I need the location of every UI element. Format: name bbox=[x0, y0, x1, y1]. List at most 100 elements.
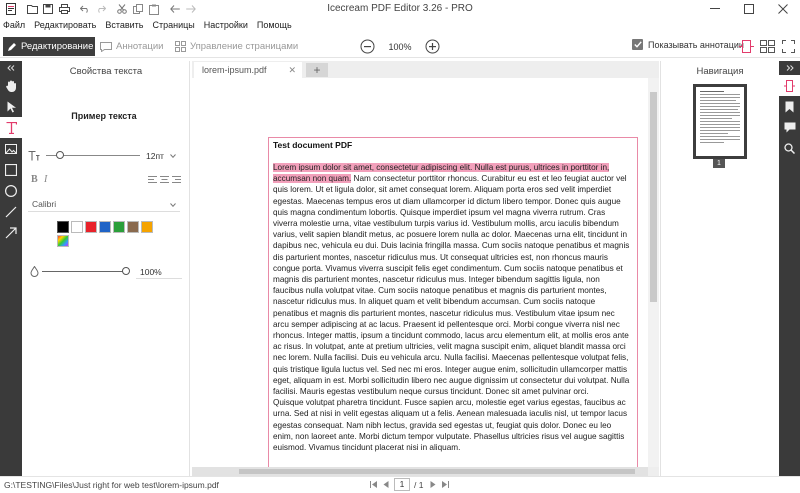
paste-icon[interactable] bbox=[147, 2, 161, 16]
single-page-view-icon[interactable] bbox=[738, 38, 755, 55]
image-tool-icon[interactable] bbox=[0, 138, 22, 159]
color-swatch-red[interactable] bbox=[85, 221, 97, 233]
horizontal-scrollbar[interactable] bbox=[192, 467, 648, 476]
app-icon bbox=[4, 0, 18, 18]
edit-mode-button[interactable]: Редактирование bbox=[3, 37, 95, 56]
align-center-icon bbox=[160, 176, 169, 183]
menu-edit[interactable]: Редактировать bbox=[34, 20, 96, 30]
opacity-field[interactable]: 100% bbox=[136, 265, 182, 279]
menu-help[interactable]: Помощь bbox=[257, 20, 292, 30]
color-swatch-blue[interactable] bbox=[99, 221, 111, 233]
document-title[interactable]: Test document PDF bbox=[273, 140, 352, 150]
back-icon[interactable] bbox=[168, 2, 182, 16]
prev-page-icon[interactable] bbox=[380, 478, 392, 491]
text-properties-title: Свойства текста bbox=[69, 66, 143, 77]
document-tabs: lorem-ipsum.pdf ✕ + bbox=[192, 61, 659, 78]
pdf-page[interactable]: Test document PDF Lorem ipsum dolor sit … bbox=[268, 137, 638, 467]
opacity-row: 100% bbox=[28, 265, 182, 279]
arrow-tool-icon[interactable] bbox=[0, 222, 22, 243]
comments-panel-icon[interactable] bbox=[779, 117, 800, 138]
horizontal-scroll-thumb[interactable] bbox=[239, 469, 635, 474]
last-page-icon[interactable] bbox=[439, 478, 451, 491]
menu-file[interactable]: Файл bbox=[3, 20, 25, 30]
copy-icon[interactable] bbox=[131, 2, 145, 16]
edit-mode-label: Редактирование bbox=[21, 41, 94, 52]
annotations-mode-button[interactable]: Аннотации bbox=[100, 37, 164, 56]
first-page-icon[interactable] bbox=[368, 478, 380, 491]
line-tool-icon[interactable] bbox=[0, 201, 22, 222]
color-swatch-orange[interactable] bbox=[141, 221, 153, 233]
document-body[interactable]: Lorem ipsum dolor sit amet, consectetur … bbox=[273, 162, 631, 453]
color-swatch-brown[interactable] bbox=[127, 221, 139, 233]
document-tab-label: lorem-ipsum.pdf bbox=[202, 65, 267, 75]
vertical-scrollbar[interactable] bbox=[648, 78, 659, 467]
navigation-panel-icon[interactable] bbox=[779, 75, 800, 96]
menu-pages[interactable]: Страницы bbox=[152, 20, 194, 30]
align-right-icon bbox=[172, 176, 181, 183]
save-icon[interactable] bbox=[41, 2, 55, 16]
search-icon[interactable] bbox=[779, 138, 800, 159]
window-controls bbox=[698, 0, 800, 18]
font-family-select[interactable]: Calibri bbox=[28, 197, 180, 212]
opacity-value: 100% bbox=[140, 267, 162, 277]
paragraph-1[interactable]: Nam consectetur porttitor rhoncus. Curab… bbox=[273, 174, 629, 396]
zoom-out-button[interactable] bbox=[360, 39, 375, 54]
bookmarks-icon[interactable] bbox=[779, 96, 800, 117]
forward-icon[interactable] bbox=[184, 2, 198, 16]
cut-icon[interactable] bbox=[115, 2, 129, 16]
text-tool-icon[interactable] bbox=[0, 117, 22, 138]
page-viewport[interactable]: Test document PDF Lorem ipsum dolor sit … bbox=[192, 78, 648, 467]
color-swatch-white[interactable] bbox=[71, 221, 83, 233]
document-tab[interactable]: lorem-ipsum.pdf ✕ bbox=[194, 62, 302, 78]
bold-icon[interactable]: B bbox=[31, 174, 38, 185]
two-page-view-icon[interactable] bbox=[759, 38, 776, 55]
select-tool-icon[interactable] bbox=[0, 96, 22, 117]
undo-icon[interactable] bbox=[78, 2, 92, 16]
custom-color-picker-icon[interactable] bbox=[57, 235, 69, 247]
hand-tool-icon[interactable] bbox=[0, 75, 22, 96]
current-page-input[interactable]: 1 bbox=[394, 478, 410, 491]
page-management-button[interactable]: Управление страницами bbox=[175, 37, 298, 56]
ellipse-tool-icon[interactable] bbox=[0, 180, 22, 201]
page-thumbnail[interactable] bbox=[693, 84, 747, 159]
file-path: G:\TESTING\Files\Just right for web test… bbox=[4, 480, 219, 490]
font-size-value: 12пт bbox=[146, 151, 164, 161]
close-tab-icon[interactable]: ✕ bbox=[288, 65, 296, 76]
show-annotations-checkbox[interactable]: Показывать аннотации bbox=[632, 39, 744, 50]
text-properties-panel: Свойства текста Пример текста 12пт B I C… bbox=[22, 61, 190, 476]
opacity-slider[interactable] bbox=[42, 271, 124, 272]
expand-panel-icon[interactable] bbox=[779, 61, 800, 75]
text-style-row: B I bbox=[28, 174, 182, 188]
color-swatch-black[interactable] bbox=[57, 221, 69, 233]
maximize-button[interactable] bbox=[732, 0, 766, 18]
right-sidebar bbox=[779, 61, 800, 476]
color-swatch-green[interactable] bbox=[113, 221, 125, 233]
font-size-slider-knob[interactable] bbox=[56, 151, 64, 159]
menu-insert[interactable]: Вставить bbox=[105, 20, 143, 30]
opacity-drop-icon bbox=[30, 266, 39, 277]
font-size-field[interactable]: 12пт bbox=[142, 149, 182, 163]
next-page-icon[interactable] bbox=[427, 478, 439, 491]
color-palette bbox=[57, 221, 157, 249]
new-tab-button[interactable]: + bbox=[306, 63, 328, 77]
pages-grid-icon bbox=[175, 41, 186, 52]
tools-sidebar bbox=[0, 61, 22, 476]
italic-icon[interactable]: I bbox=[44, 174, 47, 185]
opacity-slider-knob[interactable] bbox=[122, 267, 130, 275]
collapse-panel-icon[interactable] bbox=[0, 61, 22, 75]
zoom-in-button[interactable] bbox=[425, 39, 440, 54]
minimize-button[interactable] bbox=[698, 0, 732, 18]
page-management-label: Управление страницами bbox=[190, 41, 299, 52]
menu-settings[interactable]: Настройки bbox=[204, 20, 248, 30]
open-folder-icon[interactable] bbox=[25, 2, 39, 16]
paragraph-2[interactable]: Quisque volutpat pharetra tincidunt. Fus… bbox=[273, 398, 627, 452]
align-left-icon bbox=[148, 176, 157, 183]
title-bar: Icecream PDF Editor 3.26 - PRO bbox=[0, 0, 800, 18]
rectangle-tool-icon[interactable] bbox=[0, 159, 22, 180]
close-button[interactable] bbox=[766, 0, 800, 18]
vertical-scroll-thumb[interactable] bbox=[650, 92, 657, 302]
fullscreen-view-icon[interactable] bbox=[780, 38, 797, 55]
zoom-level[interactable]: 100% bbox=[380, 39, 420, 54]
redo-icon[interactable] bbox=[94, 2, 108, 16]
print-icon[interactable] bbox=[57, 2, 71, 16]
